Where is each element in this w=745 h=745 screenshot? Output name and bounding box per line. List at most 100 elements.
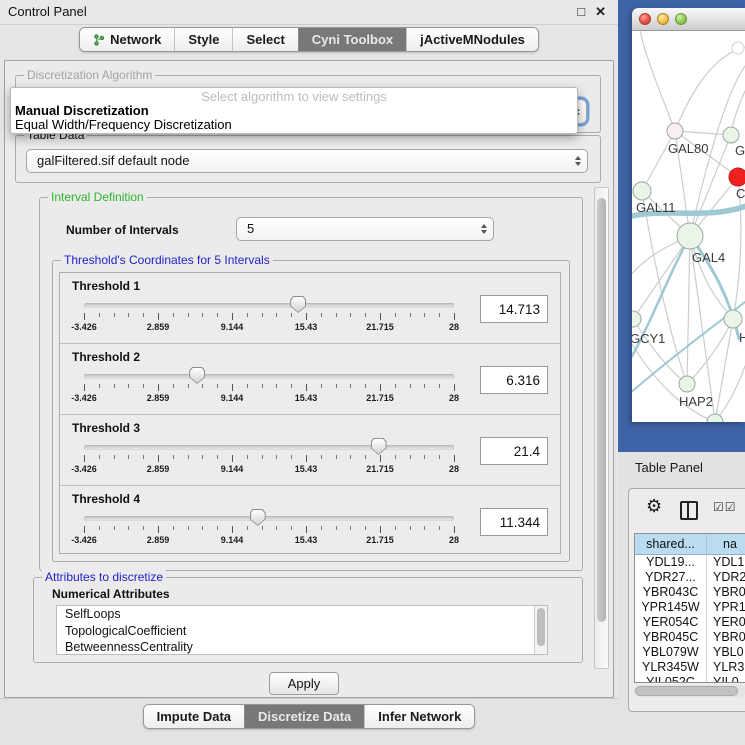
threshold-slider[interactable]: -3.4262.8599.14415.4321.71528 (80, 366, 458, 410)
table-row[interactable]: YER054CYER0 (635, 615, 745, 630)
tick-label: 9.144 (221, 535, 244, 545)
network-node-gcy1[interactable] (632, 311, 641, 327)
apply-button[interactable]: Apply (269, 672, 339, 695)
column-header[interactable]: na (707, 534, 745, 555)
tab-select[interactable]: Select (232, 28, 297, 51)
network-node-gal11[interactable] (633, 182, 651, 200)
panel-vertical-scrollbar[interactable] (594, 187, 609, 669)
checkbox-icon[interactable]: ☑ (713, 500, 725, 514)
network-edge (633, 236, 690, 319)
zoom-traffic-light[interactable] (675, 13, 687, 25)
network-node-c[interactable] (729, 168, 745, 186)
combo-arrows-icon (481, 224, 487, 234)
select-columns-icons[interactable]: ☑☑ (713, 500, 737, 514)
tab-style[interactable]: Style (174, 28, 232, 51)
network-canvas[interactable]: GAL80GACGAL11GAL4GCY1HHAP2 (632, 31, 745, 422)
close-traffic-light[interactable] (639, 13, 651, 25)
table-hscrollbar-thumb[interactable] (635, 686, 738, 696)
discretization-algorithm-group-title: Discretization Algorithm (24, 68, 155, 82)
threshold-label: Threshold 3 (72, 421, 140, 435)
attribute-item[interactable]: SelfLoops (57, 606, 547, 623)
network-node-gal4[interactable] (677, 223, 703, 249)
thresholds-group: Threshold's Coordinates for 5 Intervals … (52, 260, 570, 562)
panel-scrollbar-thumb[interactable] (597, 198, 606, 622)
tick-label: 9.144 (221, 464, 244, 474)
table-row[interactable]: YDL19...YDL1 (635, 555, 745, 570)
tab-label: Network (110, 32, 161, 47)
table-row[interactable]: YDR27...YDR2 (635, 570, 745, 585)
tab-infer-network[interactable]: Infer Network (364, 705, 474, 728)
tab-impute-data[interactable]: Impute Data (144, 705, 244, 728)
threshold-slider[interactable]: -3.4262.8599.14415.4321.71528 (80, 295, 458, 339)
column-header[interactable]: shared... (635, 534, 707, 555)
table-panel: ⚙ ☑☑ shared...naYDL19...YDL1YDR27...YDR2… (628, 488, 745, 712)
tick-label: 9.144 (221, 393, 244, 403)
columns-icon[interactable] (680, 501, 698, 520)
attribute-item[interactable]: TopologicalCoefficient (57, 623, 547, 640)
checkbox-icon[interactable]: ☑ (725, 500, 737, 514)
node-label: GAL11 (636, 200, 676, 215)
settings-scrollpane: Interval Definition Number of Intervals … (11, 187, 609, 669)
tick-label: 21.715 (366, 393, 394, 403)
table-horizontal-scrollbar[interactable] (634, 685, 745, 697)
tick-label: 15.43 (295, 322, 318, 332)
tab-discretize-data[interactable]: Discretize Data (244, 705, 364, 728)
attribute-item[interactable]: BetweennessCentrality (57, 639, 547, 655)
tab-network[interactable]: Network (80, 28, 174, 51)
tab-jactivemnodules[interactable]: jActiveMNodules (406, 28, 538, 51)
threshold-label: Threshold 2 (72, 350, 140, 364)
table-cell: YIL052C (635, 675, 707, 683)
slider-thumb[interactable] (290, 296, 306, 313)
tick-label: 2.859 (147, 322, 170, 332)
number-of-intervals-combobox[interactable]: 5 (236, 217, 494, 241)
tab-cyni-toolbox[interactable]: Cyni Toolbox (298, 28, 406, 51)
threshold-value-field[interactable]: 14.713 (480, 295, 548, 323)
list-scrollbar-thumb[interactable] (537, 608, 545, 646)
thresholds-container: Threshold 1-3.4262.8599.14415.4321.71528… (59, 272, 561, 554)
slider-thumb[interactable] (250, 509, 266, 526)
threshold-slider[interactable]: -3.4262.8599.14415.4321.71528 (80, 437, 458, 481)
table-row[interactable]: YLR345WYLR3 (635, 660, 745, 675)
interval-definition-group-title: Interval Definition (48, 190, 147, 204)
close-icon[interactable]: ✕ (595, 4, 606, 20)
table-row[interactable]: YPR145WYPR1 (635, 600, 745, 615)
numerical-attributes-list[interactable]: SelfLoopsTopologicalCoefficientBetweenne… (56, 605, 548, 655)
threshold-value-field[interactable]: 21.4 (480, 437, 548, 465)
table-data-combobox[interactable]: galFiltered.sif default node (26, 149, 588, 173)
table-cell: YBL079W (635, 645, 707, 660)
list-scrollbar[interactable] (534, 606, 547, 654)
table-row[interactable]: YBR043CYBR0 (635, 585, 745, 600)
tick-label: 28 (449, 535, 459, 545)
network-window-titlebar[interactable] (632, 8, 745, 31)
tick-label: 15.43 (295, 393, 318, 403)
table-row[interactable]: YBR045CYBR0 (635, 630, 745, 645)
threshold-panel: Threshold 2-3.4262.8599.14415.4321.71528… (60, 344, 560, 415)
network-node-hap2[interactable] (679, 376, 695, 392)
algorithm-option[interactable]: Manual Discretization (11, 104, 577, 118)
threshold-value-field[interactable]: 6.316 (480, 366, 548, 394)
algorithm-option[interactable]: Equal Width/Frequency Discretization (11, 118, 577, 132)
network-node-gal80[interactable] (667, 123, 683, 139)
slider-thumb[interactable] (371, 438, 387, 455)
network-node[interactable] (732, 42, 744, 54)
table-cell: YDR27... (635, 570, 707, 585)
tick-label: 2.859 (147, 535, 170, 545)
network-node-ga[interactable] (723, 127, 739, 143)
slider-ticks: -3.4262.8599.14415.4321.71528 (84, 455, 454, 479)
node-label: GAL80 (668, 141, 708, 156)
table-panel-titlebar: Table Panel (618, 452, 745, 484)
float-window-icon[interactable]: □ (577, 4, 585, 20)
network-node-h[interactable] (724, 310, 742, 328)
table-row[interactable]: YIL052CYIL0 (635, 675, 745, 683)
table-row[interactable]: YBL079WYBL0 (635, 645, 745, 660)
slider-track (84, 303, 454, 308)
threshold-slider[interactable]: -3.4262.8599.14415.4321.71528 (80, 508, 458, 552)
table-cell: YER054C (635, 615, 707, 630)
slider-thumb[interactable] (189, 367, 205, 384)
network-edge (642, 131, 675, 191)
threshold-value-field[interactable]: 11.344 (480, 508, 548, 536)
tick-label: 28 (449, 322, 459, 332)
gear-icon[interactable]: ⚙ (646, 497, 662, 515)
network-edge (715, 319, 733, 422)
minimize-traffic-light[interactable] (657, 13, 669, 25)
